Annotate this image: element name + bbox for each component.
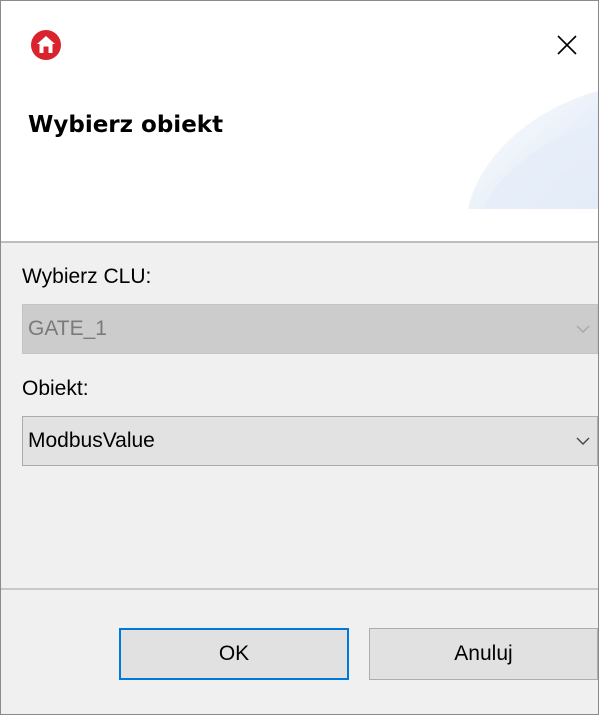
clu-select-value: GATE_1 <box>28 317 107 340</box>
home-icon <box>31 30 61 60</box>
header-separator <box>1 241 598 243</box>
close-icon <box>557 35 577 55</box>
footer-separator <box>1 588 598 590</box>
object-select[interactable]: ModbusValue <box>22 416 598 466</box>
cancel-button[interactable]: Anuluj <box>369 628 598 680</box>
clu-label: Wybierz CLU: <box>22 265 152 288</box>
header-decoration <box>468 91 598 209</box>
ok-button[interactable]: OK <box>119 628 349 680</box>
close-button[interactable] <box>549 27 585 63</box>
dialog-header: Wybierz obiekt <box>1 91 598 241</box>
dialog-title: Wybierz obiekt <box>28 112 224 138</box>
object-label: Obiekt: <box>22 377 89 400</box>
chevron-down-icon[interactable] <box>575 435 591 447</box>
clu-select: GATE_1 <box>22 304 598 354</box>
dialog-window: Wybierz obiekt Wybierz CLU: GATE_1 Obiek… <box>0 0 599 715</box>
chevron-down-icon <box>576 325 590 333</box>
object-select-value: ModbusValue <box>28 429 155 452</box>
title-bar <box>1 1 598 91</box>
